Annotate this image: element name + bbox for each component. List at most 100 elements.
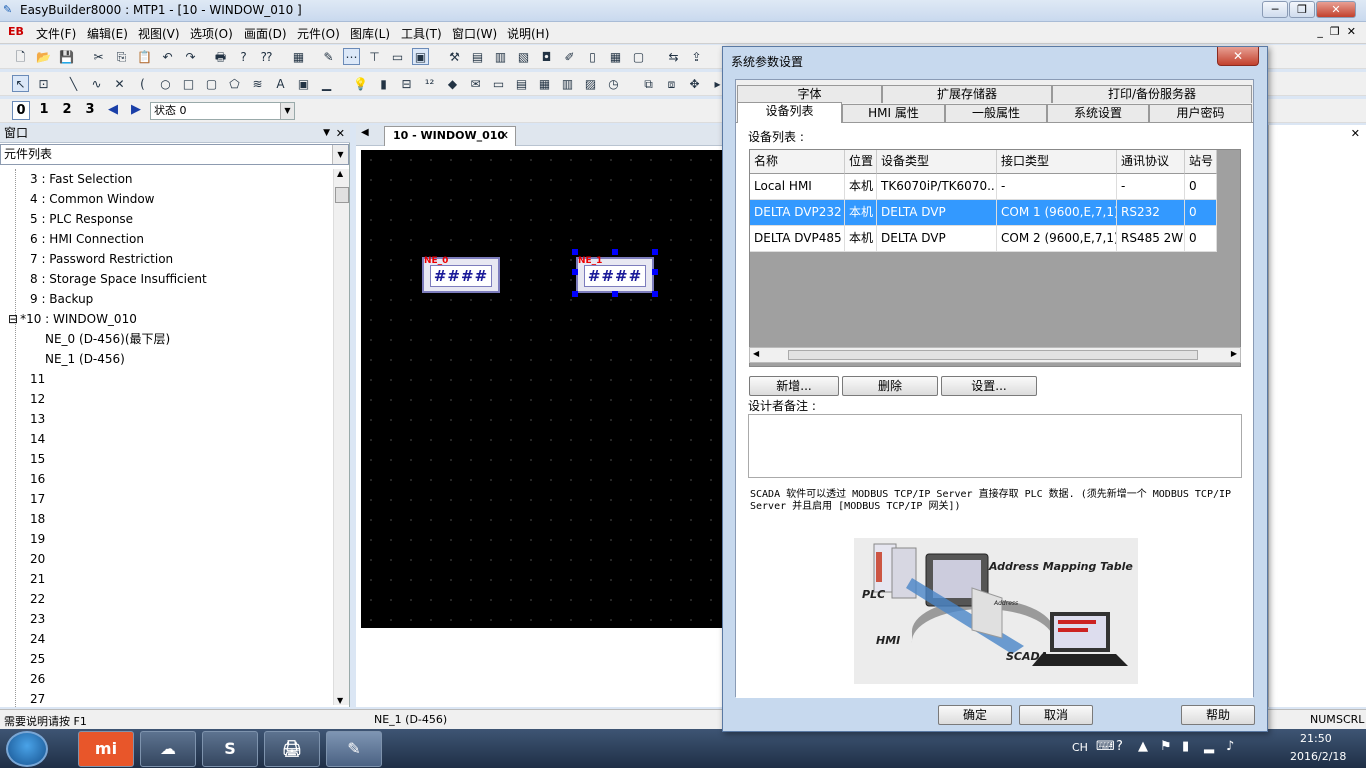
numeric-display-ne0[interactable]: NE_0 #### — [422, 256, 500, 293]
layer-icon[interactable]: ▣ — [412, 48, 429, 65]
next-state-icon[interactable]: ▶ — [127, 101, 145, 120]
picture-icon[interactable]: ▣ — [295, 75, 312, 92]
redo-icon[interactable]: ↷ — [182, 48, 199, 65]
grid-icon[interactable]: ⋯ — [343, 48, 360, 65]
printer-app-icon[interactable]: 🖨 — [264, 731, 320, 767]
polygon-icon[interactable]: ⬠ — [226, 75, 243, 92]
device-table-cell[interactable]: DELTA DVP232 — [750, 200, 845, 226]
selection-handle[interactable] — [652, 249, 658, 255]
device-table-cell[interactable]: Local HMI — [750, 174, 845, 200]
tab-font[interactable]: 字体 — [737, 85, 882, 103]
rectangle-icon[interactable]: □ — [180, 75, 197, 92]
tree-item[interactable]: 5 : PLC Response — [30, 209, 133, 229]
tree-item[interactable]: 12 — [30, 389, 45, 409]
pointer-icon[interactable]: ↖ — [12, 75, 29, 92]
tab-device-list[interactable]: 设备列表 — [737, 102, 842, 123]
scroll-up-icon[interactable]: ▲ — [337, 169, 343, 178]
selection-handle[interactable] — [652, 269, 658, 275]
add-device-button[interactable]: 新增... — [749, 376, 839, 396]
function-key-icon[interactable]: ◆ — [444, 75, 461, 92]
chevron-down-icon[interactable]: ▼ — [280, 103, 294, 119]
device-table-cell[interactable]: 本机 — [845, 226, 877, 252]
tab-close-icon[interactable]: ✕ — [500, 127, 509, 145]
design-canvas[interactable]: NE_0 #### NE_1 #### — [361, 150, 723, 628]
panel-close-icon[interactable]: ✕ — [336, 125, 345, 142]
scroll-thumb[interactable] — [335, 187, 349, 203]
device-table-cell[interactable]: COM 1 (9600,E,7,1) — [997, 200, 1117, 226]
menu-options[interactable]: 选项(O) — [190, 25, 233, 42]
delete-device-button[interactable]: 删除 — [842, 376, 938, 396]
device-table-cell[interactable]: - — [1117, 174, 1185, 200]
restore-button[interactable]: ❐ — [1289, 1, 1315, 18]
tree-item[interactable]: 19 — [30, 529, 45, 549]
volume-icon[interactable]: ♪ — [1226, 739, 1234, 754]
open-file-icon[interactable]: 📂 — [35, 48, 52, 65]
ok-button[interactable]: 确定 — [938, 705, 1012, 725]
state-combo[interactable]: 状态 0 ▼ — [150, 102, 295, 120]
word-lamp-icon[interactable]: ▮ — [375, 75, 392, 92]
device-settings-button[interactable]: 设置... — [941, 376, 1037, 396]
menu-help[interactable]: 说明(H) — [507, 25, 549, 42]
selection-handle[interactable] — [612, 249, 618, 255]
arc-icon[interactable]: ( — [134, 75, 151, 92]
tree-item[interactable]: 24 — [30, 629, 45, 649]
network-icon[interactable]: ▂ — [1204, 739, 1214, 754]
chevron-down-icon[interactable]: ▼ — [332, 145, 348, 164]
battery-icon[interactable]: ▮ — [1182, 739, 1189, 754]
tree-item[interactable]: 4 : Common Window — [30, 189, 154, 209]
transfer-icon[interactable]: ⇆ — [665, 48, 682, 65]
mdi-minimize-button[interactable]: _ — [1317, 25, 1323, 38]
tree-item[interactable]: 11 — [30, 369, 45, 389]
text-icon[interactable]: A — [272, 75, 289, 92]
table-hscrollbar[interactable]: ◀ ▶ — [749, 347, 1241, 363]
tools-icon[interactable]: ⚒ — [446, 48, 463, 65]
flag-icon[interactable]: ⚑ — [1160, 739, 1172, 754]
state-1-button[interactable]: 1 — [35, 101, 53, 120]
minimize-button[interactable]: ─ — [1262, 1, 1288, 18]
print-icon[interactable]: 🖶 — [212, 48, 229, 65]
sogou-app-icon[interactable]: S — [202, 731, 258, 767]
col-header-interface[interactable]: 接口类型 — [997, 150, 1117, 174]
clock-icon[interactable]: ◷ — [605, 75, 622, 92]
selection-handle[interactable] — [612, 291, 618, 297]
rounded-rect-icon[interactable]: ▢ — [203, 75, 220, 92]
tab-system-settings[interactable]: 系统设置 — [1047, 104, 1149, 122]
table-icon[interactable]: ▦ — [607, 48, 624, 65]
tree-scrollbar[interactable]: ▲ ▼ — [333, 169, 349, 705]
device-table-cell[interactable]: 本机 — [845, 174, 877, 200]
bit-lamp-icon[interactable]: 💡 — [352, 75, 369, 92]
polyline-icon[interactable]: ∿ — [88, 75, 105, 92]
close-button[interactable]: ✕ — [1316, 1, 1356, 18]
save-icon[interactable]: 💾 — [58, 48, 75, 65]
device-table-cell[interactable]: 0 — [1185, 226, 1217, 252]
tree-item[interactable]: 27 — [30, 689, 45, 707]
device-table-cell[interactable]: 0 — [1185, 200, 1217, 226]
tree-item[interactable]: ⊟ *10 : WINDOW_010 — [8, 309, 137, 329]
offline-sim-icon[interactable]: ▧ — [515, 48, 532, 65]
device-table-cell[interactable]: COM 2 (9600,E,7,1) — [997, 226, 1117, 252]
device-table-cell[interactable]: 0 — [1185, 174, 1217, 200]
tree-item[interactable]: 9 : Backup — [30, 289, 93, 309]
tree-item[interactable]: 17 — [30, 489, 45, 509]
select-object-icon[interactable]: ⊡ — [35, 75, 52, 92]
device-table-cell[interactable]: DELTA DVP — [877, 200, 997, 226]
tree-item[interactable]: 14 — [30, 429, 45, 449]
scroll-down-icon[interactable]: ▼ — [337, 696, 343, 705]
menu-file[interactable]: 文件(F) — [36, 25, 76, 42]
tree-item[interactable]: 23 — [30, 609, 45, 629]
col-header-device-type[interactable]: 设备类型 — [877, 150, 997, 174]
library-icon[interactable]: ▦ — [290, 48, 307, 65]
windows-start-icon[interactable] — [6, 731, 48, 767]
tree-item[interactable]: 6 : HMI Connection — [30, 229, 144, 249]
tab-extended-memory[interactable]: 扩展存储器 — [882, 85, 1052, 103]
tree-item[interactable]: 20 — [30, 549, 45, 569]
tab-user-password[interactable]: 用户密码 — [1149, 104, 1252, 122]
mdi-close-button[interactable]: ✕ — [1347, 25, 1356, 38]
right-panel-close-icon[interactable]: ✕ — [1351, 127, 1360, 140]
state-2-button[interactable]: 2 — [58, 101, 76, 120]
dialog-close-button[interactable]: ✕ — [1217, 47, 1259, 66]
keyboard-icon[interactable]: ⌨ — [1096, 739, 1115, 754]
clock-time[interactable]: 21:50 — [1300, 732, 1332, 745]
export-icon[interactable]: ⇪ — [688, 48, 705, 65]
hscroll-thumb[interactable] — [788, 350, 1198, 360]
